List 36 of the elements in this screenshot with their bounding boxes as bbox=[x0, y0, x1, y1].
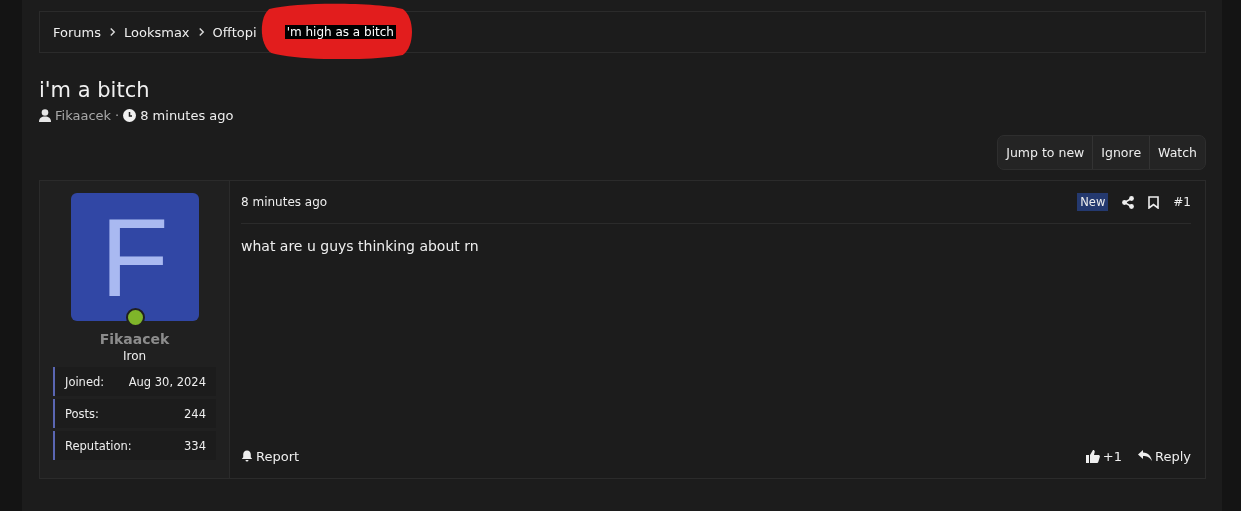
stat-value: Aug 30, 2024 bbox=[128, 374, 206, 389]
user-rank: Iron bbox=[122, 349, 147, 363]
breadcrumb-link[interactable]: Forums bbox=[53, 24, 101, 40]
reply-link[interactable]: Reply bbox=[1138, 448, 1191, 464]
post-time: 8 minutes ago bbox=[140, 108, 234, 123]
post-time: 8 minutes ago bbox=[241, 195, 329, 209]
new-badge: New bbox=[1077, 193, 1109, 211]
separator: · bbox=[115, 108, 120, 123]
post-body: what are u guys thinking about rn bbox=[241, 238, 480, 256]
chevron-icon bbox=[109, 27, 116, 37]
report-link[interactable]: Report bbox=[241, 448, 300, 464]
username-link[interactable]: Fikaacek bbox=[99, 331, 170, 347]
stat-label: Joined: bbox=[65, 374, 105, 389]
like-button[interactable]: +1 bbox=[1085, 448, 1122, 464]
clock-icon bbox=[123, 109, 137, 122]
bell-icon bbox=[241, 450, 253, 462]
action-button[interactable]: Jump to new bbox=[998, 136, 1093, 169]
breadcrumb-link[interactable]: Looksmax bbox=[124, 24, 190, 40]
user-icon bbox=[39, 109, 51, 122]
thumbs-up-icon bbox=[1085, 449, 1100, 463]
post-number[interactable]: #1 bbox=[1173, 195, 1191, 209]
avatar[interactable]: F bbox=[70, 193, 199, 321]
reply-icon bbox=[1138, 450, 1152, 462]
author-link[interactable]: Fikaacek bbox=[55, 108, 112, 123]
breadcrumb-link[interactable]: Offtopi bbox=[212, 24, 257, 40]
stat-value: 244 bbox=[184, 406, 206, 421]
thread-title: i'm a bitch bbox=[39, 78, 151, 102]
stat-label: Posts: bbox=[65, 406, 99, 421]
stat-label: Reputation: bbox=[65, 438, 132, 453]
stat-value: 334 bbox=[184, 438, 206, 453]
action-button[interactable]: Ignore bbox=[1092, 136, 1150, 169]
share-icon[interactable] bbox=[1122, 195, 1135, 209]
chevron-icon bbox=[197, 27, 205, 37]
action-button[interactable]: Watch bbox=[1149, 136, 1205, 169]
breadcrumb-link[interactable]: 'm high as a bitch bbox=[284, 25, 396, 39]
bookmark-icon[interactable] bbox=[1148, 195, 1160, 209]
